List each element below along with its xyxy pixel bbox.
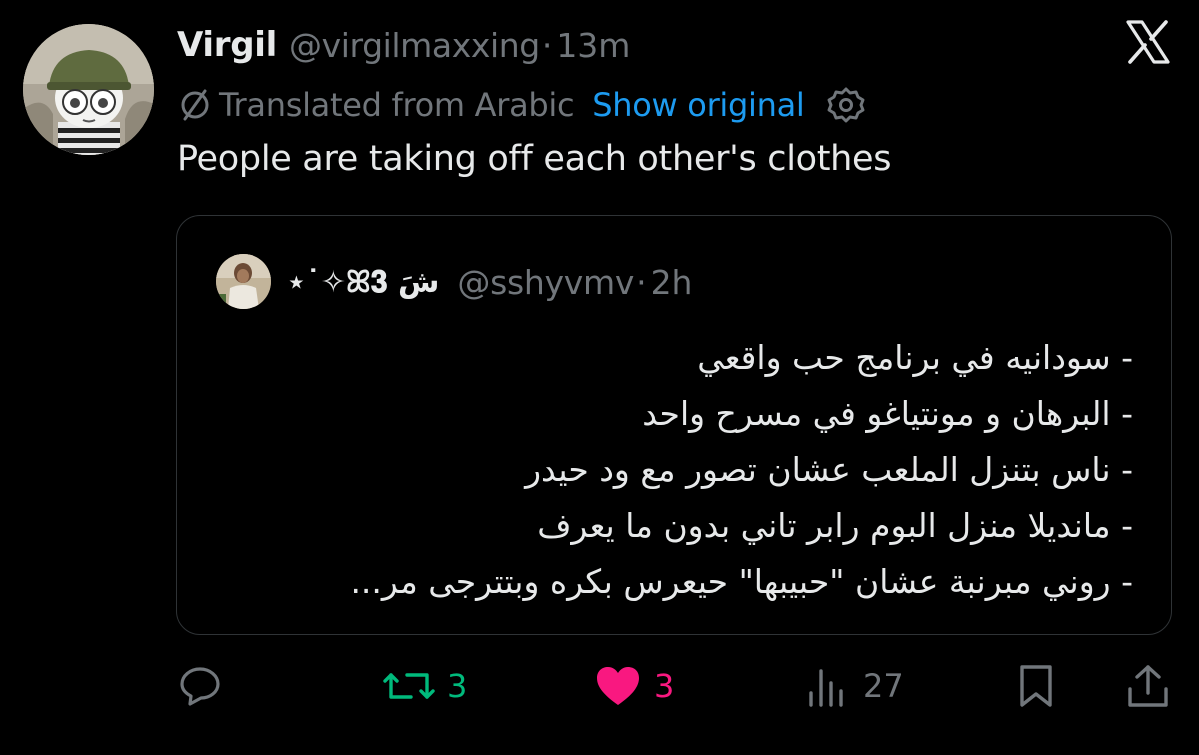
tweet-action-bar: 3 3 27 <box>0 656 1199 716</box>
views-button[interactable]: 27 <box>805 656 904 716</box>
separator-dot: · <box>636 262 647 302</box>
quoted-tweet-timestamp[interactable]: 2h <box>651 263 693 302</box>
tweet-text: People are taking off each other's cloth… <box>177 139 892 179</box>
author-avatar[interactable] <box>23 24 154 155</box>
repost-button[interactable]: 3 <box>383 656 467 716</box>
translation-bar: Translated from Arabic Show original <box>175 82 865 128</box>
quoted-tweet-text: - سودانيه في برنامج حب واقعي - البرهان و… <box>193 330 1133 610</box>
author-handle[interactable]: @virgilmaxxing <box>289 26 540 65</box>
like-button[interactable]: 3 <box>594 656 674 716</box>
quoted-tweet-card[interactable]: ⋆˙✧ꕤ𝟑 شَ @sshyvmv · 2h - سودانيه في برنا… <box>176 215 1172 635</box>
quoted-author-handle[interactable]: @sshyvmv <box>457 263 634 302</box>
quoted-text-line: - سودانيه في برنامج حب واقعي <box>697 338 1133 377</box>
bookmark-icon <box>1020 665 1052 707</box>
reply-button[interactable] <box>177 656 223 716</box>
repost-count: 3 <box>447 667 468 705</box>
like-count: 3 <box>654 667 675 705</box>
quoted-tweet-header: ⋆˙✧ꕤ𝟑 شَ @sshyvmv · 2h <box>287 258 692 306</box>
quoted-text-line: - روني مبرنبة عشان "حبيبها" حيعرس بكره و… <box>350 562 1133 601</box>
share-button[interactable] <box>1126 656 1170 716</box>
tweet-header: Virgil @virgilmaxxing · 13m <box>177 20 630 70</box>
heart-icon <box>597 667 639 705</box>
quoted-author-avatar <box>216 254 271 309</box>
repost-icon <box>383 673 435 699</box>
author-display-name[interactable]: Virgil <box>177 25 277 65</box>
tweet-timestamp[interactable]: 13m <box>556 26 630 65</box>
separator-dot: · <box>541 25 553 65</box>
translate-slash-icon <box>181 89 209 121</box>
quoted-text-line: - البرهان و مونتياغو في مسرح واحد <box>642 394 1133 433</box>
quoted-author-display-name[interactable]: ⋆˙✧ꕤ𝟑 شَ <box>287 265 439 300</box>
bookmark-button[interactable] <box>1015 656 1057 716</box>
translated-from-label: Translated from Arabic <box>219 86 575 124</box>
quoted-text-line: - مانديلا منزل البوم رابر تاني بدون ما ي… <box>537 506 1133 545</box>
gear-icon[interactable] <box>827 86 865 124</box>
reply-icon <box>180 667 220 706</box>
views-count: 27 <box>863 667 904 705</box>
views-icon <box>809 669 843 707</box>
x-logo-icon <box>1126 20 1170 64</box>
quoted-text-line: - ناس بتنزل الملعب عشان تصور مع ود حيدر <box>525 450 1133 489</box>
show-original-link[interactable]: Show original <box>592 86 805 124</box>
share-icon <box>1128 665 1168 707</box>
